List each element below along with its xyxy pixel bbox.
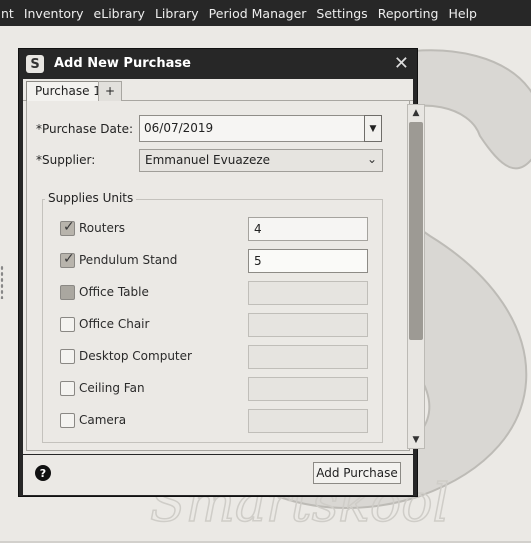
label-camera: Camera	[79, 413, 127, 427]
vertical-scrollbar[interactable]: ▲ ▼	[407, 104, 425, 449]
dialog-body: Purchase 1 + *Purchase Date: 06/07/2019 …	[23, 79, 413, 454]
checkbox-office-table[interactable]	[60, 285, 75, 300]
purchase-form: *Purchase Date: 06/07/2019 ▼ *Supplier: …	[26, 101, 410, 451]
label-office-table: Office Table	[79, 285, 149, 299]
supplier-select[interactable]: Emmanuel Evuazeze ⌄	[139, 149, 383, 172]
label-pendulum-stand: Pendulum Stand	[79, 253, 178, 267]
checkbox-routers[interactable]	[60, 219, 75, 236]
qty-pendulum-stand[interactable]: 5	[248, 249, 368, 273]
close-icon[interactable]: ✕	[394, 53, 409, 74]
label-routers: Routers	[79, 221, 126, 235]
qty-desktop-computer[interactable]	[248, 345, 368, 369]
menu-item-reporting[interactable]: Reporting	[373, 6, 444, 21]
side-grip-handle[interactable]	[0, 265, 4, 299]
qty-camera[interactable]	[248, 409, 368, 433]
menu-item-student[interactable]: nt	[0, 6, 19, 21]
menu-item-period-manager[interactable]: Period Manager	[204, 6, 312, 21]
checkbox-pendulum-stand[interactable]	[60, 251, 75, 268]
label-office-chair: Office Chair	[79, 317, 150, 331]
add-tab-button[interactable]: +	[98, 81, 122, 101]
qty-ceiling-fan[interactable]	[248, 377, 368, 401]
menu-item-settings[interactable]: Settings	[311, 6, 372, 21]
checkbox-camera[interactable]	[60, 413, 75, 428]
supplier-label: *Supplier:	[36, 153, 96, 167]
date-picker-button[interactable]: ▼	[364, 115, 382, 142]
dialog-title: Add New Purchase	[54, 56, 191, 71]
purchase-date-field[interactable]: 06/07/2019	[139, 115, 365, 142]
qty-office-table[interactable]	[248, 281, 368, 305]
scroll-thumb[interactable]	[409, 122, 423, 340]
menu-item-elibrary[interactable]: eLibrary	[89, 6, 150, 21]
chevron-down-icon: ⌄	[366, 152, 377, 166]
menu-item-library[interactable]: Library	[150, 6, 204, 21]
purchase-date-label: *Purchase Date:	[36, 122, 134, 136]
add-purchase-dialog: S Add New Purchase ✕ Purchase 1 + *Purch…	[18, 48, 425, 497]
scroll-up-icon[interactable]: ▲	[408, 105, 424, 121]
dialog-footer: ? Add Purchase	[23, 455, 413, 495]
menu-bar: nt Inventory eLibrary Library Period Man…	[0, 0, 531, 26]
add-purchase-button[interactable]: Add Purchase	[313, 462, 401, 484]
supplier-value: Emmanuel Evuazeze	[145, 153, 271, 167]
label-ceiling-fan: Ceiling Fan	[79, 381, 145, 395]
tab-bar: Purchase 1 +	[23, 79, 413, 102]
label-desktop-computer: Desktop Computer	[79, 349, 192, 363]
checkbox-ceiling-fan[interactable]	[60, 381, 75, 396]
supplies-units-title: Supplies Units	[45, 191, 137, 205]
chevron-down-icon: ▼	[369, 123, 377, 134]
checkbox-office-chair[interactable]	[60, 317, 75, 332]
dialog-titlebar[interactable]: S Add New Purchase ✕	[19, 49, 417, 79]
menu-item-inventory[interactable]: Inventory	[19, 6, 89, 21]
menu-item-help[interactable]: Help	[443, 6, 482, 21]
qty-office-chair[interactable]	[248, 313, 368, 337]
qty-routers[interactable]: 4	[248, 217, 368, 241]
app-logo-icon: S	[26, 55, 44, 73]
scroll-down-icon[interactable]: ▼	[408, 432, 424, 448]
help-icon[interactable]: ?	[35, 465, 51, 481]
checkbox-desktop-computer[interactable]	[60, 349, 75, 364]
